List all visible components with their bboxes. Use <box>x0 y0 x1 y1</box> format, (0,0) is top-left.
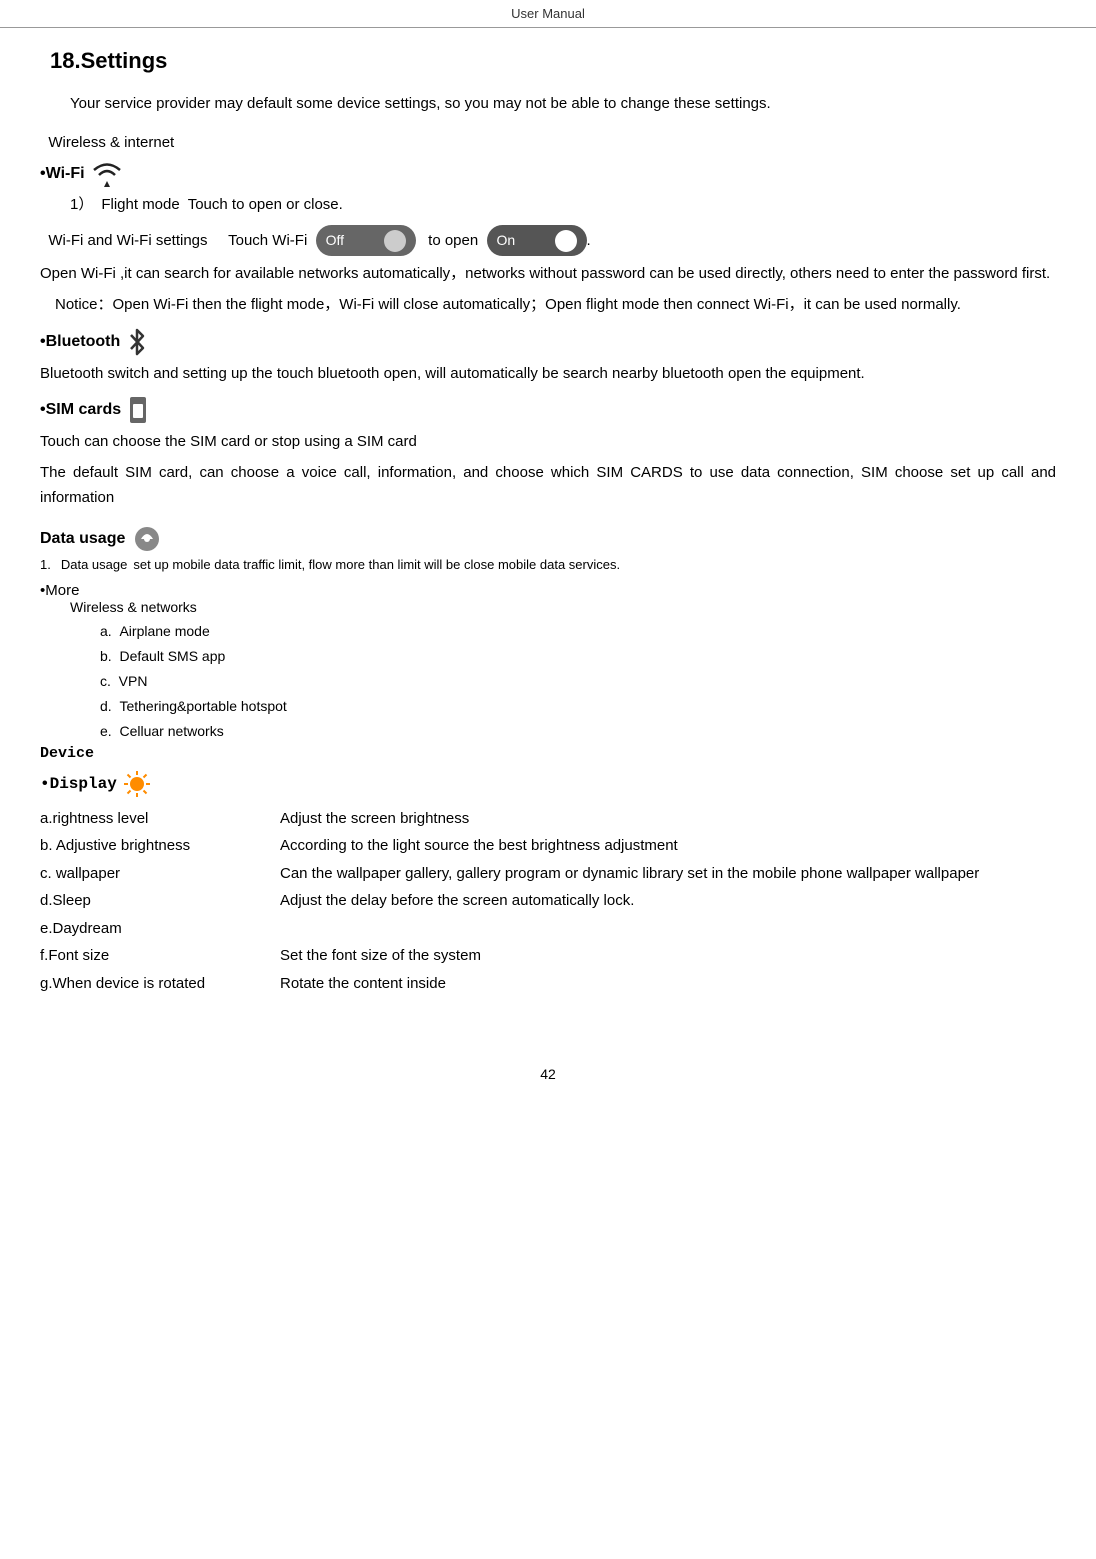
display-bullet: •Display <box>40 775 117 793</box>
wifi-heading: •Wi-Fi <box>40 161 1056 187</box>
data-usage-heading: Data usage <box>40 525 1056 553</box>
wireless-section-label: Wireless & internet <box>40 134 1056 151</box>
display-row-b: b. Adjustive brightness According to the… <box>40 833 1056 859</box>
bluetooth-desc: Bluetooth switch and setting up the touc… <box>40 362 1056 387</box>
bluetooth-heading: •Bluetooth <box>40 328 1056 356</box>
wifi-toggle-middle: to open <box>428 232 478 249</box>
bluetooth-bullet: •Bluetooth <box>40 333 120 351</box>
more-item-e: e. Celluar networks <box>100 719 1056 744</box>
display-row-c-value: Can the wallpaper gallery, gallery progr… <box>280 861 1056 887</box>
page-footer: 42 <box>0 1066 1096 1082</box>
display-section: •Display a.rightness level Adjust the sc… <box>40 770 1056 997</box>
display-row-a: a.rightness level Adjust the screen brig… <box>40 806 1056 832</box>
sim-line2: The default SIM card, can choose a voice… <box>40 461 1056 511</box>
toggle-on-circle <box>555 230 577 252</box>
device-label: Device <box>40 745 1056 762</box>
flight-mode-desc: Touch to open or close. <box>188 193 343 217</box>
data-usage-item-label: Data usage <box>61 557 128 572</box>
wifi-touch-label: Touch Wi-Fi <box>228 232 307 249</box>
data-usage-num: 1. <box>40 557 51 572</box>
chapter-title: 18.Settings <box>50 48 1056 74</box>
display-row-d-value: Adjust the delay before the screen autom… <box>280 888 1056 914</box>
display-row-c: c. wallpaper Can the wallpaper gallery, … <box>40 861 1056 887</box>
sim-icon <box>127 396 149 424</box>
display-row-f-label: f.Font size <box>40 943 280 969</box>
display-row-g: g.When device is rotated Rotate the cont… <box>40 971 1056 997</box>
display-row-a-value: Adjust the screen brightness <box>280 806 1056 832</box>
wifi-toggle-paragraph: Wi-Fi and Wi-Fi settings Touch Wi-Fi Off… <box>40 225 1056 256</box>
display-row-d-label: d.Sleep <box>40 888 280 914</box>
flight-mode-item: 1） Flight mode Touch to open or close. <box>70 193 1056 217</box>
display-row-b-value: According to the light source the best b… <box>280 833 1056 859</box>
wifi-toggle-prefix: Wi-Fi and Wi-Fi settings <box>40 232 224 249</box>
data-usage-item-desc: set up mobile data traffic limit, flow m… <box>133 557 620 572</box>
more-section: •More Wireless & networks a. Airplane mo… <box>40 582 1056 745</box>
simcards-bullet: •SIM cards <box>40 401 121 419</box>
header-text: User Manual <box>511 6 585 21</box>
wifi-notice: Notice：Open Wi-Fi then the flight mode，W… <box>40 293 1056 318</box>
display-row-g-label: g.When device is rotated <box>40 971 280 997</box>
display-row-d: d.Sleep Adjust the delay before the scre… <box>40 888 1056 914</box>
more-item-a: a. Airplane mode <box>100 619 1056 644</box>
wifi-toggle-on[interactable]: On <box>487 225 587 256</box>
display-row-f-value: Set the font size of the system <box>280 943 1056 969</box>
display-row-e: e.Daydream <box>40 916 1056 942</box>
display-table: a.rightness level Adjust the screen brig… <box>40 806 1056 997</box>
display-row-f: f.Font size Set the font size of the sys… <box>40 943 1056 969</box>
display-row-e-label: e.Daydream <box>40 916 280 942</box>
wifi-toggle-off[interactable]: Off <box>316 225 416 256</box>
flight-mode-num: 1） <box>70 193 93 217</box>
data-usage-item1: 1. Data usage set up mobile data traffic… <box>40 557 1056 572</box>
page-header: User Manual <box>0 0 1096 28</box>
toggle-on-label: On <box>497 229 516 252</box>
display-row-b-label: b. Adjustive brightness <box>40 833 280 859</box>
wireless-networks-label: Wireless & networks <box>70 599 1056 615</box>
wifi-bullet: •Wi-Fi <box>40 165 85 183</box>
page-content: 18.Settings Your service provider may de… <box>0 38 1096 1046</box>
page-number: 42 <box>540 1066 556 1082</box>
bluetooth-icon <box>126 328 148 356</box>
sim-line1: Touch can choose the SIM card or stop us… <box>40 430 1056 455</box>
toggle-off-label: Off <box>326 229 344 252</box>
more-label: •More <box>40 582 1056 599</box>
data-usage-section: Data usage 1. Data usage set up mobile d… <box>40 525 1056 572</box>
display-icon <box>123 770 151 798</box>
flight-mode-label: Flight mode <box>101 193 179 217</box>
data-usage-icon <box>133 525 161 553</box>
display-row-g-value: Rotate the content inside <box>280 971 1056 997</box>
display-heading: •Display <box>40 770 1056 798</box>
intro-paragraph: Your service provider may default some d… <box>40 92 1056 116</box>
display-row-c-label: c. wallpaper <box>40 861 280 887</box>
more-item-d: d. Tethering&portable hotspot <box>100 694 1056 719</box>
more-item-c: c. VPN <box>100 669 1056 694</box>
wifi-open-desc: Open Wi-Fi ,it can search for available … <box>40 262 1056 287</box>
more-item-b: b. Default SMS app <box>100 644 1056 669</box>
more-list: a. Airplane mode b. Default SMS app c. V… <box>100 619 1056 745</box>
toggle-off-circle <box>384 230 406 252</box>
display-row-e-value <box>280 916 1056 942</box>
display-row-a-label: a.rightness level <box>40 806 280 832</box>
simcards-heading: •SIM cards <box>40 396 1056 424</box>
data-usage-label: Data usage <box>40 530 125 548</box>
wifi-icon <box>91 161 123 187</box>
